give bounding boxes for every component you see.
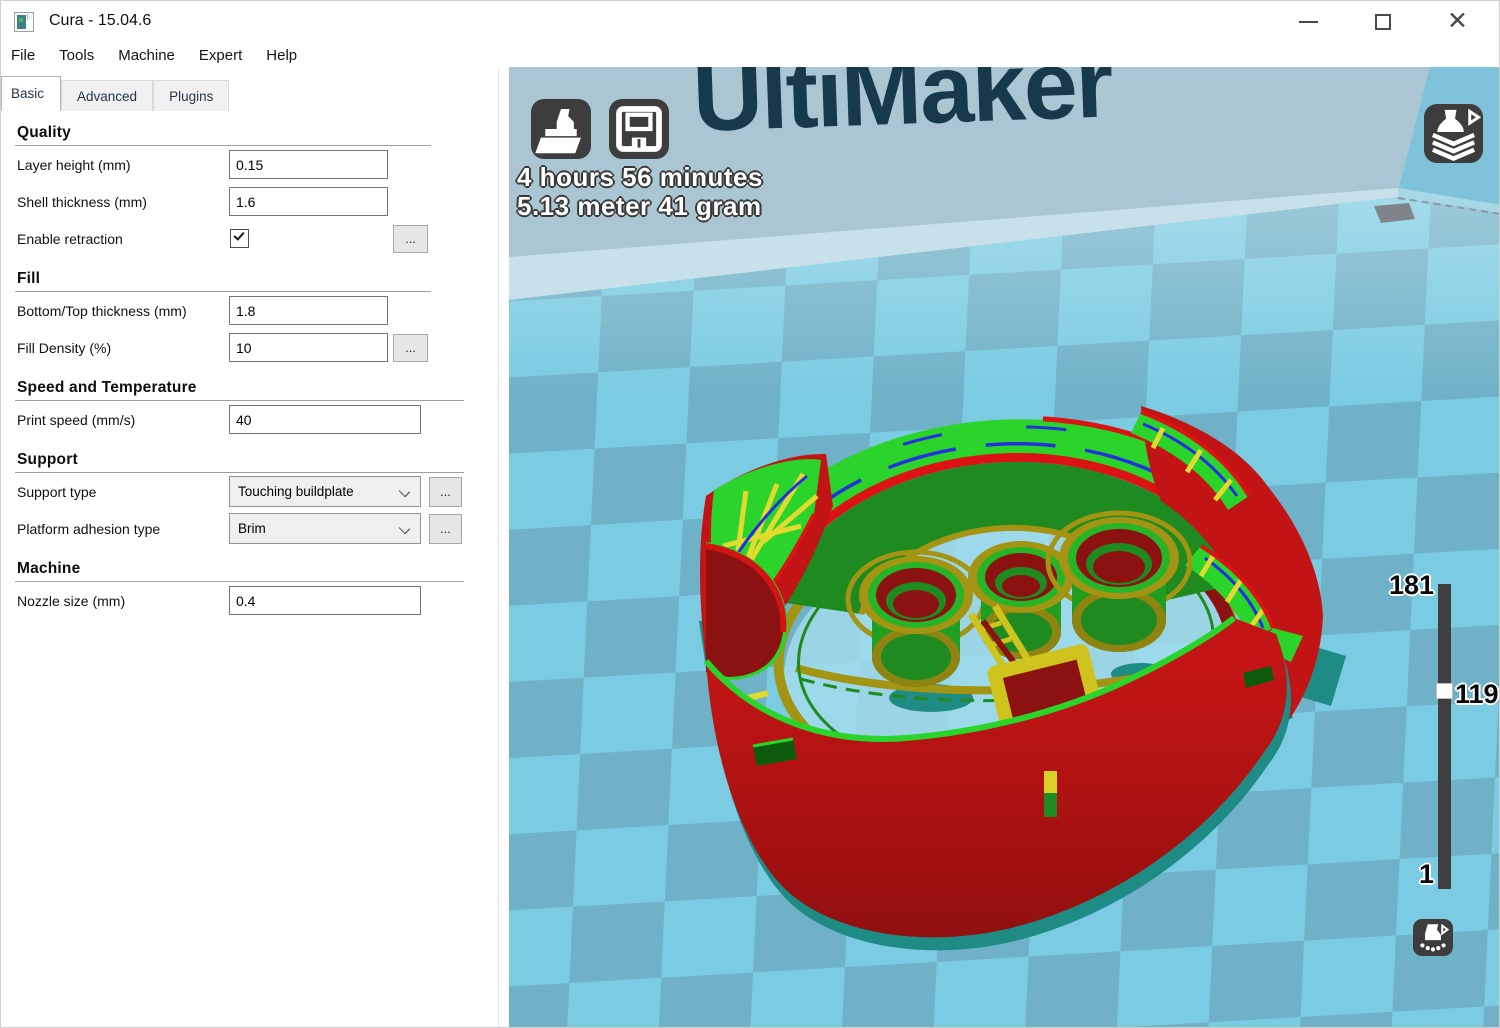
section-title-fill: Fill (17, 270, 498, 288)
layer-min-label: 1 (1419, 859, 1434, 890)
print-time-estimate: 4 hours 56 minutes (517, 162, 763, 193)
section-title-machine: Machine (17, 560, 498, 578)
maximize-icon (1375, 14, 1391, 30)
checkmark-icon (233, 229, 244, 240)
row-shell-thickness-mm: Shell thickness (mm) (1, 183, 498, 220)
section-title-support: Support (17, 451, 498, 469)
label-print-speed-mm-s: Print speed (mm/s) (17, 412, 135, 428)
save-toolpath-button[interactable] (609, 99, 669, 159)
layer-slider-handle[interactable] (1436, 683, 1453, 699)
more-button-platform-adhesion-type[interactable]: ... (429, 514, 462, 544)
tab-plugins[interactable]: Plugins (153, 80, 229, 111)
label-fill-density: Fill Density (%) (17, 340, 111, 356)
more-button-enable-retraction[interactable]: ... (393, 225, 428, 253)
menu-bar: File Tools Machine Expert Help (1, 43, 1499, 69)
maximize-button[interactable] (1347, 1, 1423, 43)
load-model-button[interactable] (531, 99, 591, 159)
settings-tabs: BasicAdvancedPlugins (1, 76, 229, 110)
minimize-icon (1299, 21, 1318, 23)
more-button-support-type[interactable]: ... (429, 477, 462, 507)
input-shell-thickness-mm[interactable] (229, 187, 388, 216)
input-nozzle-size-mm[interactable] (229, 586, 421, 615)
layers-view-icon (1424, 104, 1483, 163)
chevron-down-icon (399, 523, 410, 534)
view-mode-button[interactable] (1424, 104, 1483, 163)
menu-machine[interactable]: Machine (118, 43, 175, 69)
bottom-right-button[interactable] (1413, 919, 1453, 956)
row-bottom-top-thickness-mm: Bottom/Top thickness (mm) (1, 292, 498, 329)
minimize-button[interactable] (1271, 1, 1347, 43)
row-support-type: Support type Touching buildplate... (1, 473, 498, 510)
tab-advanced[interactable]: Advanced (61, 80, 153, 111)
label-layer-height-mm: Layer height (mm) (17, 157, 131, 173)
label-shell-thickness-mm: Shell thickness (mm) (17, 194, 147, 210)
row-platform-adhesion-type: Platform adhesion type Brim... (1, 510, 498, 547)
select-value: Brim (238, 521, 266, 536)
app-window: Cura - 15.04.6 ✕ File Tools Machine Expert H… (0, 0, 1500, 1028)
checkbox-enable-retraction[interactable] (230, 229, 249, 248)
close-icon: ✕ (1447, 6, 1468, 36)
close-button[interactable]: ✕ (1423, 1, 1499, 43)
more-button-fill-density[interactable]: ... (393, 334, 428, 362)
layer-max-label: 181 (1389, 570, 1434, 601)
input-layer-height-mm[interactable] (229, 150, 388, 179)
ultimaker-logo: UltiMaker (691, 67, 1114, 152)
section-title-speed-and-temperature: Speed and Temperature (17, 379, 498, 397)
menu-file[interactable]: File (11, 43, 35, 69)
basic-settings: Quality Layer height (mm) Shell thickness … (1, 111, 498, 1028)
select-platform-adhesion-type[interactable]: Brim (229, 513, 421, 544)
label-support-type: Support type (17, 484, 96, 500)
layer-current-label: 119 (1455, 679, 1499, 710)
window-title: Cura - 15.04.6 (49, 12, 151, 30)
section-support: Support Support type Touching buildplate..… (1, 451, 498, 547)
title-bar: Cura - 15.04.6 ✕ (1, 1, 1499, 43)
section-speed-and-temperature: Speed and Temperature Print speed (mm/s) (1, 379, 498, 438)
flask-layers-icon (1413, 919, 1453, 956)
settings-panel: BasicAdvancedPlugins Quality Layer height… (1, 69, 509, 1028)
save-icon (609, 99, 669, 159)
layer-slider[interactable] (1438, 584, 1451, 889)
select-value: Touching buildplate (238, 484, 354, 499)
label-nozzle-size-mm: Nozzle size (mm) (17, 593, 125, 609)
viewport-3d[interactable]: UltiMaker (509, 67, 1500, 1028)
menu-tools[interactable]: Tools (59, 43, 94, 69)
row-nozzle-size-mm: Nozzle size (mm) (1, 582, 498, 619)
section-title-quality: Quality (17, 124, 498, 142)
open-file-icon (531, 99, 591, 159)
section-fill: Fill Bottom/Top thickness (mm) Fill Densit… (1, 270, 498, 366)
material-estimate: 5.13 meter 41 gram (517, 191, 762, 222)
label-bottom-top-thickness-mm: Bottom/Top thickness (mm) (17, 303, 187, 319)
panel-divider (498, 69, 499, 1028)
menu-help[interactable]: Help (266, 43, 297, 69)
tab-basic[interactable]: Basic (1, 76, 61, 111)
row-print-speed-mm-s: Print speed (mm/s) (1, 401, 498, 438)
label-platform-adhesion-type: Platform adhesion type (17, 521, 160, 537)
label-enable-retraction: Enable retraction (17, 231, 123, 247)
section-quality: Quality Layer height (mm) Shell thickness … (1, 124, 498, 257)
row-enable-retraction: Enable retraction... (1, 220, 498, 257)
section-machine: Machine Nozzle size (mm) (1, 560, 498, 619)
chevron-down-icon (399, 486, 410, 497)
input-print-speed-mm-s[interactable] (229, 405, 421, 434)
input-bottom-top-thickness-mm[interactable] (229, 296, 388, 325)
row-fill-density: Fill Density (%)... (1, 329, 498, 366)
row-layer-height-mm: Layer height (mm) (1, 146, 498, 183)
select-support-type[interactable]: Touching buildplate (229, 476, 421, 507)
menu-expert[interactable]: Expert (199, 43, 242, 69)
input-fill-density[interactable] (229, 333, 388, 362)
cura-app-icon (14, 12, 34, 32)
